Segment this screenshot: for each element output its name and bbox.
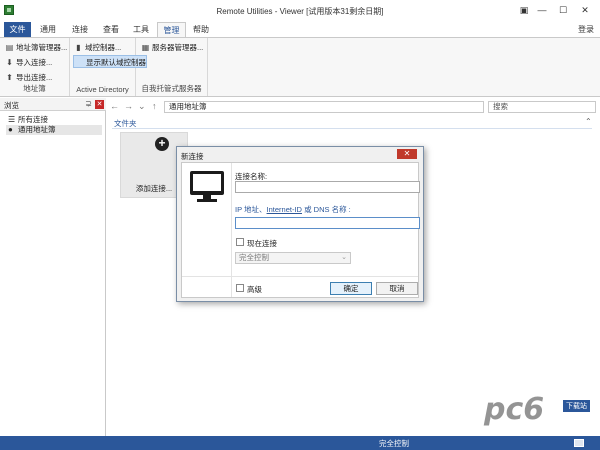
server-icon: ▦ [141,43,150,52]
tab-help[interactable]: 帮助 [188,22,214,37]
domain-controller-icon: ▮ [76,43,81,52]
addressbook-manager-label: 地址簿管理器... [16,43,68,52]
connection-mode-select[interactable]: 完全控制 ⌄ [235,252,351,264]
up-icon[interactable]: ↑ [152,101,157,111]
dialog-body: 连接名称: IP 地址、Internet-ID 或 DNS 名称 : 现在连接 … [181,162,420,298]
close-panel-icon[interactable]: ✕ [95,100,104,109]
export-icon: ⬆ [6,73,13,82]
pin-window-icon[interactable]: ▣ [517,4,531,16]
monitor-icon [190,171,224,202]
server-manager-label: 服务器管理器... [152,43,204,52]
ribbon-tabs: 文件 通用 连接 查看 工具 管理 帮助 [0,22,600,37]
server-manager-button[interactable]: ▦ 服务器管理器... [140,41,204,54]
status-display-icon[interactable] [574,439,584,447]
dialog-title: 新连接 [181,152,204,161]
tab-file[interactable]: 文件 [4,22,31,37]
ip-label-suffix: 或 DNS 名称 : [301,205,351,214]
chevron-down-icon[interactable]: ⌄ [138,101,146,112]
watermark-text: pc6 [484,392,545,427]
bullet-icon: ● [8,125,13,134]
cancel-button[interactable]: 取消 [376,282,418,295]
connect-now-checkbox[interactable] [236,238,244,246]
search-input[interactable]: 搜索 [488,101,596,113]
browse-panel-header: 浏览 ⊋ ✕ [0,98,106,111]
advanced-label: 高级 [247,285,262,294]
ribbon-group-label: 自我托管式服务器 [141,84,202,93]
watermark-subtext: 下载站 [563,400,590,412]
plus-icon: + [155,137,169,151]
import-label: 导入连接... [16,58,53,67]
dialog-footer-divider [182,276,418,277]
back-icon[interactable]: ← [110,101,119,111]
ip-address-input[interactable] [235,217,420,229]
domain-controller-button[interactable]: ▮ 域控制器... [73,41,121,54]
connection-mode-value: 完全控制 [239,253,269,262]
chevron-down-icon: ⌄ [341,254,347,261]
minimize-button[interactable]: — [535,4,549,16]
watermark-logo: pc6 下载站 [484,392,594,432]
list-icon: ☰ [8,115,16,124]
forward-icon[interactable]: → [124,101,133,111]
address-bar[interactable]: 通用地址簿 [164,101,484,113]
maximize-button[interactable]: ☐ [556,4,570,16]
connection-name-input[interactable] [235,181,420,193]
ribbon: ▤ 地址簿管理器... ⬇ 导入连接... ⬆ 导出连接... 地址簿 ▮ 域控制器..… [0,37,600,97]
ribbon-group-label: 地址簿 [23,84,46,93]
tab-view[interactable]: 查看 [98,22,124,37]
addressbook-manager-button[interactable]: ▤ 地址簿管理器... [4,41,68,54]
ok-button[interactable]: 确定 [330,282,372,295]
tree-item-label: 通用地址簿 [18,125,56,134]
ip-label-prefix: IP 地址、 [235,205,267,214]
collapse-icon[interactable]: ⌃ [585,117,592,126]
tab-general[interactable]: 通用 [35,22,61,37]
tree-item-general-addressbook[interactable]: ● 通用地址簿 [6,125,102,135]
pin-icon[interactable]: ⊋ [85,99,92,108]
connect-now-label: 现在连接 [247,239,277,248]
browse-panel-title: 浏览 [4,101,19,110]
dialog-close-button[interactable]: ✕ [397,149,417,159]
import-icon: ⬇ [6,58,13,67]
domain-controller-label: 域控制器... [85,43,122,52]
status-mode-text: 完全控制 [379,439,409,448]
window-title: Remote Utilities - Viewer [试用版本31剩余日期] [216,7,384,16]
status-bar: 完全控制 [0,436,600,450]
ip-label: IP 地址、Internet-ID 或 DNS 名称 : [235,204,351,215]
ribbon-group-label: Active Directory [76,85,129,94]
tab-connection[interactable]: 连接 [67,22,93,37]
addressbook-icon: ▤ [5,43,14,52]
ribbon-group-active-directory: ▮ 域控制器... 显示默认域控制器 Active Directory [70,38,147,96]
tree-item-label: 所有连接 [18,115,48,124]
login-link[interactable]: 登录 [578,22,594,37]
close-button[interactable]: ✕ [578,4,592,16]
ribbon-group-addressbook: ▤ 地址簿管理器... ⬇ 导入连接... ⬆ 导出连接... 地址簿 [0,38,70,96]
section-divider [112,128,592,129]
internet-id-link[interactable]: Internet-ID [267,205,302,214]
import-connections-button[interactable]: ⬇ 导入连接... [4,56,52,69]
advanced-checkbox[interactable] [236,284,244,292]
export-label: 导出连接... [16,73,53,82]
tab-tools[interactable]: 工具 [128,22,154,37]
tree-item-all-connections[interactable]: ☰ 所有连接 [6,115,48,125]
title-bar: Remote Utilities - Viewer [试用版本31剩余日期] ▣… [0,0,600,22]
ribbon-group-self-hosted-server: ▦ 服务器管理器... 自我托管式服务器 [136,38,208,96]
browse-panel: ☰ 所有连接 ● 通用地址簿 [0,111,106,436]
new-connection-dialog: 新连接 ✕ 连接名称: IP 地址、Internet-ID 或 DNS 名称 :… [176,146,424,302]
tab-manage[interactable]: 管理 [157,22,186,37]
